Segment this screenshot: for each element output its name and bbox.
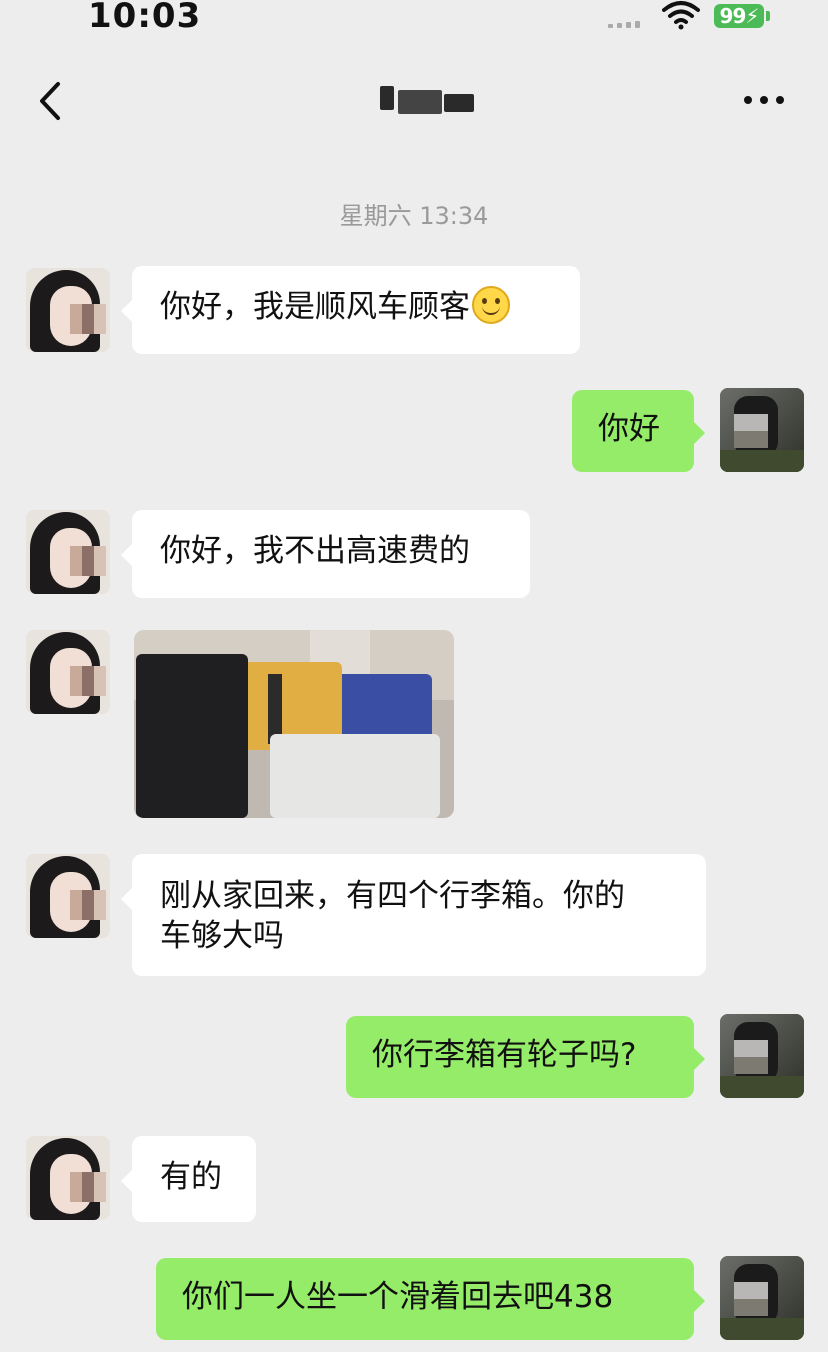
- message-text: 你行李箱有轮子吗?: [372, 1037, 637, 1073]
- message-bubble-outgoing[interactable]: 你行李箱有轮子吗?: [346, 1016, 705, 1098]
- luggage-photo[interactable]: [134, 630, 454, 818]
- signal-icon: [608, 18, 648, 28]
- battery-level: 99: [719, 4, 747, 28]
- contact-avatar[interactable]: [26, 268, 110, 352]
- message-text: 你好，我是顺风车顾客: [160, 289, 470, 325]
- contact-name-redacted: [370, 80, 480, 120]
- smile-emoji-icon: [472, 286, 510, 324]
- message-timestamp: 星期六 13:34: [339, 202, 489, 230]
- my-avatar[interactable]: [720, 388, 804, 472]
- message-bubble-incoming[interactable]: 刚从家回来，有四个行李箱。你的 车够大吗: [121, 854, 706, 976]
- white-suitcase: [270, 734, 440, 818]
- battery-cap: [766, 11, 770, 21]
- message-text-line: 车够大吗: [160, 918, 284, 954]
- contact-avatar[interactable]: [26, 854, 110, 938]
- my-avatar[interactable]: [720, 1256, 804, 1340]
- message-bubble-incoming[interactable]: 你好，我不出高速费的: [121, 510, 530, 598]
- message-text-line: 刚从家回来，有四个行李箱。你的: [160, 878, 625, 914]
- message-text: 你好: [598, 411, 660, 447]
- back-icon[interactable]: [34, 78, 74, 124]
- message-bubble-incoming[interactable]: 有的: [121, 1136, 256, 1222]
- message-bubble-incoming[interactable]: 你好，我是顺风车顾客: [121, 266, 580, 354]
- black-suitcase: [136, 654, 248, 818]
- message-bubble-outgoing[interactable]: 你好: [572, 390, 705, 472]
- my-avatar[interactable]: [720, 1014, 804, 1098]
- message-bubble-outgoing[interactable]: 你们一人坐一个滑着回去吧438: [156, 1258, 705, 1340]
- contact-avatar[interactable]: [26, 1136, 110, 1220]
- status-time: 10:03: [88, 0, 202, 36]
- wifi-icon: [662, 1, 700, 30]
- battery-indicator: 99⚡: [714, 4, 764, 28]
- more-options-icon[interactable]: [744, 94, 786, 106]
- message-text: 你好，我不出高速费的: [160, 533, 470, 569]
- contact-avatar[interactable]: [26, 510, 110, 594]
- contact-avatar[interactable]: [26, 630, 110, 714]
- message-text: 你们一人坐一个滑着回去吧438: [182, 1279, 614, 1315]
- message-text: 有的: [160, 1159, 222, 1195]
- charging-icon: ⚡: [745, 4, 759, 28]
